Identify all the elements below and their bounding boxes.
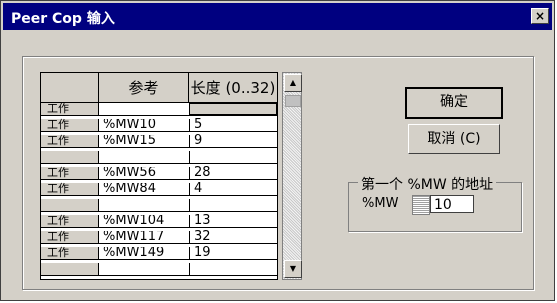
reference-cell[interactable]: %MW10 bbox=[99, 119, 189, 131]
table-row[interactable]: 工作 %MW104 13 bbox=[41, 214, 277, 228]
reference-cell[interactable] bbox=[99, 103, 189, 115]
reference-cell[interactable]: %MW149 bbox=[99, 247, 189, 259]
table-row[interactable] bbox=[41, 151, 277, 164]
cancel-button[interactable]: 取消 (C) bbox=[408, 124, 500, 154]
table-row[interactable]: 工作 %MW149 19 bbox=[41, 246, 277, 260]
scroll-thumb[interactable] bbox=[285, 95, 301, 107]
title-bar[interactable]: Peer Cop 输入 × bbox=[3, 3, 552, 30]
row-status-label bbox=[41, 199, 99, 211]
row-status-label: 工作 bbox=[41, 231, 99, 243]
reference-cell[interactable]: %MW117 bbox=[99, 231, 189, 243]
length-cell[interactable] bbox=[189, 151, 277, 163]
length-cell[interactable] bbox=[189, 263, 277, 275]
table-row[interactable]: 工作 %MW15 9 bbox=[41, 134, 277, 148]
table-row[interactable]: 工作 %MW117 32 bbox=[41, 230, 277, 244]
address-spinner[interactable] bbox=[412, 195, 430, 215]
scroll-down-icon[interactable]: ▼ bbox=[284, 260, 302, 278]
length-cell[interactable]: 32 bbox=[189, 230, 277, 243]
table-row[interactable]: 工作 %MW10 5 bbox=[41, 118, 277, 132]
length-cell[interactable]: 4 bbox=[189, 182, 277, 195]
reference-cell[interactable]: %MW15 bbox=[99, 135, 189, 147]
table-row[interactable] bbox=[41, 199, 277, 212]
length-cell[interactable]: 5 bbox=[189, 118, 277, 131]
row-status-label bbox=[41, 151, 99, 163]
table-row[interactable]: 工作 %MW84 4 bbox=[41, 182, 277, 196]
reference-cell[interactable] bbox=[99, 263, 189, 275]
scroll-up-icon[interactable]: ▲ bbox=[284, 74, 302, 92]
address-group-title: 第一个 %MW 的地址 bbox=[358, 174, 497, 194]
peer-cop-table: 参考 长度 (0..32) 工作 工作 %MW10 5 工作 %MW15 9 工作 %MW56 2… bbox=[40, 72, 278, 280]
address-input[interactable]: 10 bbox=[430, 195, 474, 213]
length-cell[interactable] bbox=[189, 199, 277, 211]
reference-cell[interactable] bbox=[99, 199, 189, 211]
table-row[interactable]: 工作 %MW56 28 bbox=[41, 166, 277, 180]
length-cell[interactable]: 28 bbox=[189, 166, 277, 179]
row-status-label: 工作 bbox=[41, 247, 99, 259]
table-row[interactable] bbox=[41, 263, 277, 276]
row-status-label: 工作 bbox=[41, 215, 99, 227]
reference-cell[interactable] bbox=[99, 151, 189, 163]
table-scrollbar[interactable]: ▲ ▼ bbox=[282, 72, 302, 280]
length-cell[interactable]: 19 bbox=[189, 246, 277, 259]
window-title: Peer Cop 输入 bbox=[11, 11, 115, 27]
row-status-label bbox=[41, 263, 99, 275]
table-row[interactable]: 工作 bbox=[41, 103, 277, 116]
reference-cell[interactable]: %MW84 bbox=[99, 183, 189, 195]
length-cell[interactable]: 9 bbox=[189, 134, 277, 147]
row-status-label: 工作 bbox=[41, 119, 99, 131]
ok-button[interactable]: 确定 bbox=[405, 87, 503, 119]
row-status-label: 工作 bbox=[41, 103, 99, 115]
mw-label: %MW bbox=[362, 196, 399, 211]
length-cell[interactable]: 13 bbox=[189, 214, 277, 227]
reference-cell[interactable]: %MW56 bbox=[99, 167, 189, 179]
reference-cell[interactable]: %MW104 bbox=[99, 215, 189, 227]
close-icon[interactable]: × bbox=[531, 8, 549, 24]
column-header-length: 长度 (0..32) bbox=[189, 73, 277, 103]
row-status-label: 工作 bbox=[41, 135, 99, 147]
row-status-label: 工作 bbox=[41, 183, 99, 195]
table-header-corner bbox=[41, 73, 99, 103]
row-status-label: 工作 bbox=[41, 167, 99, 179]
column-header-reference: 参考 bbox=[99, 73, 189, 103]
length-cell[interactable] bbox=[189, 103, 277, 115]
